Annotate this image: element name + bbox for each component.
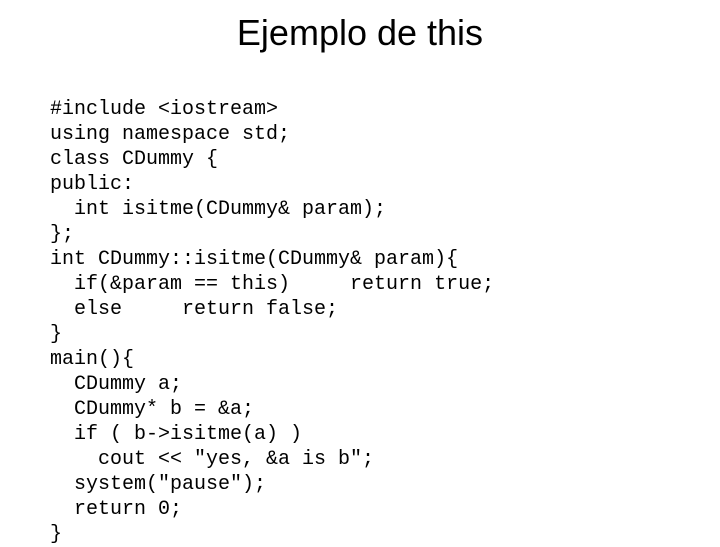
code-line: } xyxy=(50,323,62,346)
code-line: system("pause"); xyxy=(50,473,266,496)
code-line: if(&param == this) return true; xyxy=(50,273,494,296)
code-line: CDummy a; xyxy=(50,373,182,396)
code-line: else return false; xyxy=(50,298,338,321)
code-line: cout << "yes, &a is b"; xyxy=(50,448,374,471)
code-line: public: xyxy=(50,173,134,196)
code-line: main(){ xyxy=(50,348,134,371)
code-line: #include <iostream> xyxy=(50,98,278,121)
code-block: #include <iostream> using namespace std;… xyxy=(0,72,720,547)
slide-title: Ejemplo de this xyxy=(0,0,720,72)
code-line: return 0; xyxy=(50,498,182,521)
code-line: if ( b->isitme(a) ) xyxy=(50,423,302,446)
code-line: int CDummy::isitme(CDummy& param){ xyxy=(50,248,458,271)
slide: Ejemplo de this #include <iostream> usin… xyxy=(0,0,720,540)
code-line: using namespace std; xyxy=(50,123,290,146)
code-line: }; xyxy=(50,223,74,246)
code-line: int isitme(CDummy& param); xyxy=(50,198,386,221)
code-line: } xyxy=(50,523,62,546)
code-line: class CDummy { xyxy=(50,148,218,171)
code-line: CDummy* b = &a; xyxy=(50,398,254,421)
